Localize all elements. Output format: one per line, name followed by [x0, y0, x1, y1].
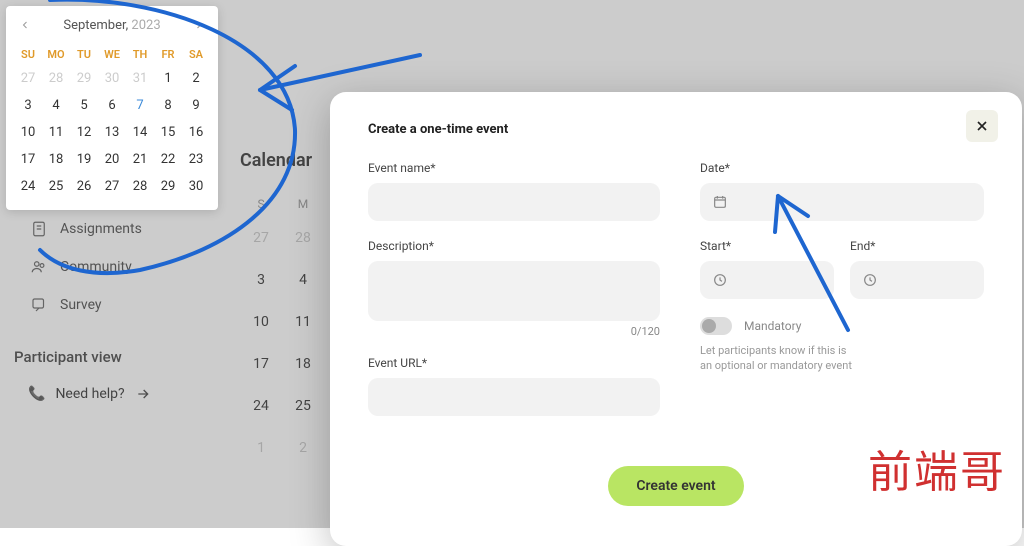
prev-month-button[interactable] — [16, 16, 34, 34]
dp-day[interactable]: 24 — [14, 173, 42, 200]
calendar-icon — [712, 194, 728, 210]
dp-day[interactable]: 2 — [182, 65, 210, 92]
dp-dow: SU — [14, 44, 42, 65]
dp-day[interactable]: 4 — [42, 92, 70, 119]
dp-month: September, — [63, 18, 128, 33]
dp-day[interactable]: 17 — [14, 146, 42, 173]
char-count: 0/120 — [368, 325, 660, 338]
dp-dow: MO — [42, 44, 70, 65]
end-label: End* — [850, 239, 984, 253]
dp-day[interactable]: 7 — [126, 92, 154, 119]
date-picker-grid: SUMOTUWETHFRSA27282930311234567891011121… — [14, 44, 210, 200]
date-input[interactable] — [700, 183, 984, 221]
dp-day[interactable]: 30 — [98, 65, 126, 92]
dp-dow: FR — [154, 44, 182, 65]
dp-day[interactable]: 5 — [70, 92, 98, 119]
date-picker-title: September, 2023 — [63, 18, 160, 33]
dp-day[interactable]: 27 — [98, 173, 126, 200]
dp-day[interactable]: 14 — [126, 119, 154, 146]
dp-day[interactable]: 1 — [154, 65, 182, 92]
dp-day[interactable]: 23 — [182, 146, 210, 173]
clock-icon — [712, 272, 728, 288]
close-button[interactable] — [966, 110, 998, 142]
dp-day[interactable]: 28 — [126, 173, 154, 200]
clock-icon — [862, 272, 878, 288]
start-label: Start* — [700, 239, 834, 253]
event-url-label: Event URL* — [368, 356, 660, 370]
mandatory-help-text: Let participants know if this is an opti… — [700, 343, 860, 374]
dp-day[interactable]: 15 — [154, 119, 182, 146]
create-event-button[interactable]: Create event — [608, 466, 743, 506]
dp-day[interactable]: 29 — [70, 65, 98, 92]
dp-day[interactable]: 12 — [70, 119, 98, 146]
dp-day[interactable]: 16 — [182, 119, 210, 146]
dp-dow: TH — [126, 44, 154, 65]
dp-day[interactable]: 27 — [14, 65, 42, 92]
dp-day[interactable]: 20 — [98, 146, 126, 173]
dp-day[interactable]: 21 — [126, 146, 154, 173]
date-label: Date* — [700, 161, 984, 175]
dp-dow: TU — [70, 44, 98, 65]
modal-title: Create a one-time event — [368, 122, 984, 137]
dp-dow: SA — [182, 44, 210, 65]
event-name-input[interactable] — [368, 183, 660, 221]
end-time-input[interactable] — [850, 261, 984, 299]
next-month-button[interactable] — [190, 16, 208, 34]
mandatory-label: Mandatory — [744, 319, 801, 333]
dp-day[interactable]: 31 — [126, 65, 154, 92]
dp-day[interactable]: 19 — [70, 146, 98, 173]
dp-day[interactable]: 8 — [154, 92, 182, 119]
dp-year: 2023 — [131, 18, 160, 33]
dp-day[interactable]: 9 — [182, 92, 210, 119]
dp-day[interactable]: 26 — [70, 173, 98, 200]
dp-day[interactable]: 6 — [98, 92, 126, 119]
start-time-input[interactable] — [700, 261, 834, 299]
dp-day[interactable]: 10 — [14, 119, 42, 146]
dp-day[interactable]: 30 — [182, 173, 210, 200]
event-name-label: Event name* — [368, 161, 660, 175]
dp-day[interactable]: 22 — [154, 146, 182, 173]
description-label: Description* — [368, 239, 660, 253]
dp-day[interactable]: 3 — [14, 92, 42, 119]
dp-day[interactable]: 11 — [42, 119, 70, 146]
mandatory-toggle[interactable] — [700, 317, 732, 335]
description-input[interactable] — [368, 261, 660, 321]
dp-day[interactable]: 28 — [42, 65, 70, 92]
dp-day[interactable]: 18 — [42, 146, 70, 173]
dp-day[interactable]: 13 — [98, 119, 126, 146]
watermark-text: 前端哥 — [868, 436, 1006, 500]
dp-day[interactable]: 25 — [42, 173, 70, 200]
dp-dow: WE — [98, 44, 126, 65]
dp-day[interactable]: 29 — [154, 173, 182, 200]
date-picker: September, 2023 SUMOTUWETHFRSA2728293031… — [6, 6, 218, 210]
event-url-input[interactable] — [368, 378, 660, 416]
